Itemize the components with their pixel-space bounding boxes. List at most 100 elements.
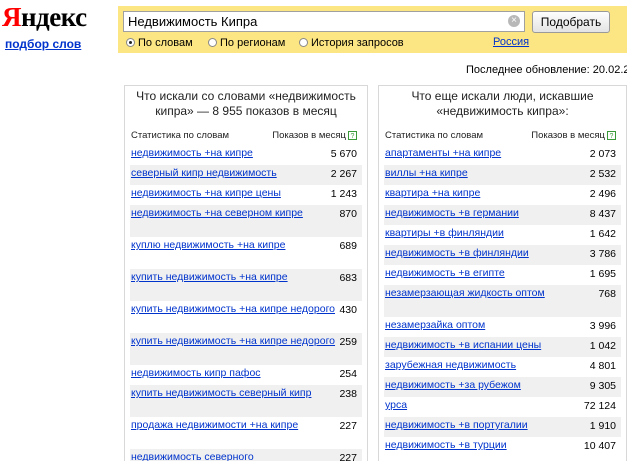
keyword-link[interactable]: недвижимость +в германии xyxy=(384,205,621,221)
right-table-rows: апартаменты +на кипре 2 073 виллы +на кипр… xyxy=(379,145,626,457)
impressions-count: 1 642 xyxy=(589,228,616,240)
right-panel: Что еще искали люди, искавшие «недвижимо… xyxy=(378,85,627,461)
table-row: недвижимость северного 227 xyxy=(130,449,362,461)
keyword-link[interactable]: купить недвижимость +на кипре недорого xyxy=(130,301,362,317)
mode-history[interactable]: История запросов xyxy=(299,37,404,50)
keyword-link[interactable]: апартаменты +на кипре xyxy=(384,145,621,161)
left-table-header: Статистика по словам Показов в месяц? xyxy=(125,128,367,145)
impressions-count: 2 073 xyxy=(589,148,616,160)
table-row: квартира +на кипре 2 496 xyxy=(384,185,621,205)
impressions-count: 430 xyxy=(339,304,357,316)
yandex-logo[interactable]: Яндекс xyxy=(2,2,87,32)
impressions-count: 10 407 xyxy=(583,440,616,452)
impressions-count: 3 996 xyxy=(589,320,616,332)
keyword-link[interactable]: виллы +на кипре xyxy=(384,165,621,181)
column-word-header: Статистика по словам xyxy=(131,130,230,141)
impressions-count: 768 xyxy=(598,288,616,300)
table-row: купить недвижимость северный кипр 238 xyxy=(130,385,362,417)
mode-label: История запросов xyxy=(311,37,404,49)
table-row: незамерзайка оптом 3 996 xyxy=(384,317,621,337)
impressions-count: 2 496 xyxy=(589,188,616,200)
table-row: незамерзающая жидкость оптом 768 xyxy=(384,285,621,317)
keyword-link[interactable]: недвижимость кипр пафос xyxy=(130,365,362,381)
table-row: недвижимость +в португалии 1 910 xyxy=(384,417,621,437)
keyword-link[interactable]: купить недвижимость +на кипре xyxy=(130,269,362,285)
search-input-value: Недвижимость Кипра xyxy=(128,14,258,29)
impressions-count: 683 xyxy=(339,272,357,284)
mode-by-regions[interactable]: По регионам xyxy=(208,37,285,50)
clear-icon[interactable]: × xyxy=(508,15,520,27)
keyword-link[interactable]: недвижимость +в португалии xyxy=(384,417,621,433)
last-updated: Последнее обновление: 20.02.2014 xyxy=(466,64,627,76)
search-bar: Недвижимость Кипра × Подобрать По словам… xyxy=(118,6,627,53)
table-row: виллы +на кипре 2 532 xyxy=(384,165,621,185)
logo-rest: ндекс xyxy=(21,2,87,32)
radio-icon xyxy=(208,38,217,47)
keyword-link[interactable]: недвижимость +за рубежом xyxy=(384,377,621,393)
help-icon[interactable]: ? xyxy=(607,131,616,140)
keyword-link[interactable]: недвижимость +на кипре цены xyxy=(130,185,362,201)
table-row: недвижимость +в турции 10 407 xyxy=(384,437,621,457)
impressions-count: 2 532 xyxy=(589,168,616,180)
left-table-rows: недвижимость +на кипре 5 670 северный кипр… xyxy=(125,145,367,461)
submit-button[interactable]: Подобрать xyxy=(532,11,610,33)
impressions-count: 689 xyxy=(339,240,357,252)
table-row: недвижимость +в финляндии 3 786 xyxy=(384,245,621,265)
impressions-count: 1 910 xyxy=(589,420,616,432)
radio-selected-icon xyxy=(126,38,135,47)
help-icon[interactable]: ? xyxy=(348,131,357,140)
keyword-link[interactable]: недвижимость +на кипре xyxy=(130,145,362,161)
keyword-link[interactable]: квартира +на кипре xyxy=(384,185,621,201)
keyword-link[interactable]: квартиры +в финляндии xyxy=(384,225,621,241)
keyword-link[interactable]: продажа недвижимости +на кипре xyxy=(130,417,362,433)
impressions-count: 4 801 xyxy=(589,360,616,372)
table-row: недвижимость кипр пафос 254 xyxy=(130,365,362,385)
keyword-link[interactable]: недвижимость +в египте xyxy=(384,265,621,281)
impressions-count: 72 124 xyxy=(583,400,616,412)
column-count-header: Показов в месяц? xyxy=(272,130,357,141)
table-row: недвижимость +в германии 8 437 xyxy=(384,205,621,225)
mode-by-words[interactable]: По словам xyxy=(126,37,193,50)
word-selection-link[interactable]: подбор слов xyxy=(5,37,81,51)
table-row: урса 72 124 xyxy=(384,397,621,417)
keyword-link[interactable]: недвижимость +на северном кипре xyxy=(130,205,362,221)
search-input[interactable]: Недвижимость Кипра × xyxy=(123,11,525,32)
right-panel-title: Что еще искали люди, искавшие «недвижимо… xyxy=(411,89,594,118)
radio-icon xyxy=(299,38,308,47)
table-row: недвижимость +в египте 1 695 xyxy=(384,265,621,285)
table-row: северный кипр недвижимость 2 267 xyxy=(130,165,362,185)
right-table-header: Статистика по словам Показов в месяц? xyxy=(379,128,626,145)
impressions-count: 227 xyxy=(339,420,357,432)
impressions-count: 9 305 xyxy=(589,380,616,392)
mode-label: По регионам xyxy=(220,37,286,49)
keyword-link[interactable]: недвижимость +в финляндии xyxy=(384,245,621,261)
table-row: купить недвижимость +на кипре 683 xyxy=(130,269,362,301)
impressions-count: 227 xyxy=(339,452,357,461)
impressions-count: 1 042 xyxy=(589,340,616,352)
keyword-link[interactable]: незамерзающая жидкость оптом xyxy=(384,285,621,301)
left-panel: Что искали со словами «недвижимость кипр… xyxy=(124,85,368,461)
table-row: недвижимость +на кипре 5 670 xyxy=(130,145,362,165)
impressions-count: 2 267 xyxy=(330,168,357,180)
keyword-link[interactable]: куплю недвижимость +на кипре xyxy=(130,237,362,253)
impressions-count: 1 243 xyxy=(330,188,357,200)
table-row: купить недвижимость +на кипре недорого 25… xyxy=(130,333,362,365)
table-row: недвижимость +за рубежом 9 305 xyxy=(384,377,621,397)
table-row: куплю недвижимость +на кипре 689 xyxy=(130,237,362,269)
keyword-link[interactable]: незамерзайка оптом xyxy=(384,317,621,333)
impressions-count: 5 670 xyxy=(330,148,357,160)
table-row: зарубежная недвижимость 4 801 xyxy=(384,357,621,377)
keyword-link[interactable]: зарубежная недвижимость xyxy=(384,357,621,373)
impressions-count: 254 xyxy=(339,368,357,380)
keyword-link[interactable]: купить недвижимость северный кипр xyxy=(130,385,362,401)
keyword-link[interactable]: недвижимость северного xyxy=(130,449,362,461)
keyword-link[interactable]: недвижимость +в испании цены xyxy=(384,337,621,353)
keyword-link[interactable]: купить недвижимость +на кипре недорого xyxy=(130,333,362,349)
table-row: недвижимость +на северном кипре 870 xyxy=(130,205,362,237)
column-word-header: Статистика по словам xyxy=(385,130,484,141)
keyword-link[interactable]: северный кипр недвижимость xyxy=(130,165,362,181)
region-link[interactable]: Россия xyxy=(493,36,529,48)
impressions-count: 1 695 xyxy=(589,268,616,280)
table-row: продажа недвижимости +на кипре 227 xyxy=(130,417,362,449)
impressions-count: 870 xyxy=(339,208,357,220)
